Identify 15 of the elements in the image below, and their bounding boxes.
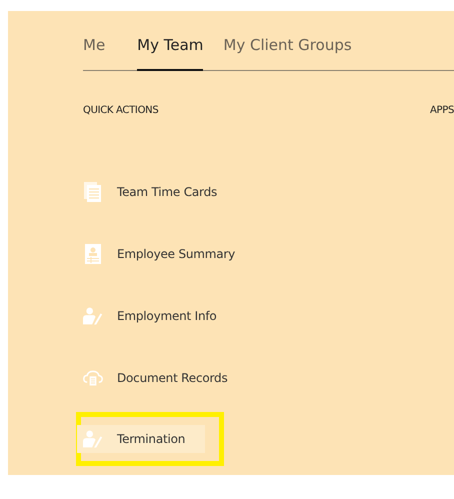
section-heading: QUICK ACTIONS <box>83 105 158 116</box>
quick-action-link[interactable]: Termination <box>77 425 206 453</box>
tab[interactable]: My Team <box>137 36 204 71</box>
person-pen-icon <box>83 306 103 326</box>
quick-action-link[interactable]: Document Records <box>77 364 234 392</box>
tab[interactable]: Me <box>83 36 106 71</box>
id-badge-icon <box>83 244 103 264</box>
quick-action-link[interactable]: Employment Info <box>77 302 223 330</box>
section-heading: APPS <box>430 105 454 116</box>
quick-action-link[interactable]: Employee Summary <box>77 240 242 268</box>
tab[interactable]: My Client Groups <box>223 36 352 71</box>
person-pen-icon <box>83 429 103 449</box>
quick-action-link[interactable]: Team Time Cards <box>77 178 224 206</box>
document-stack-icon <box>83 182 103 202</box>
cloud-document-icon <box>83 368 103 388</box>
